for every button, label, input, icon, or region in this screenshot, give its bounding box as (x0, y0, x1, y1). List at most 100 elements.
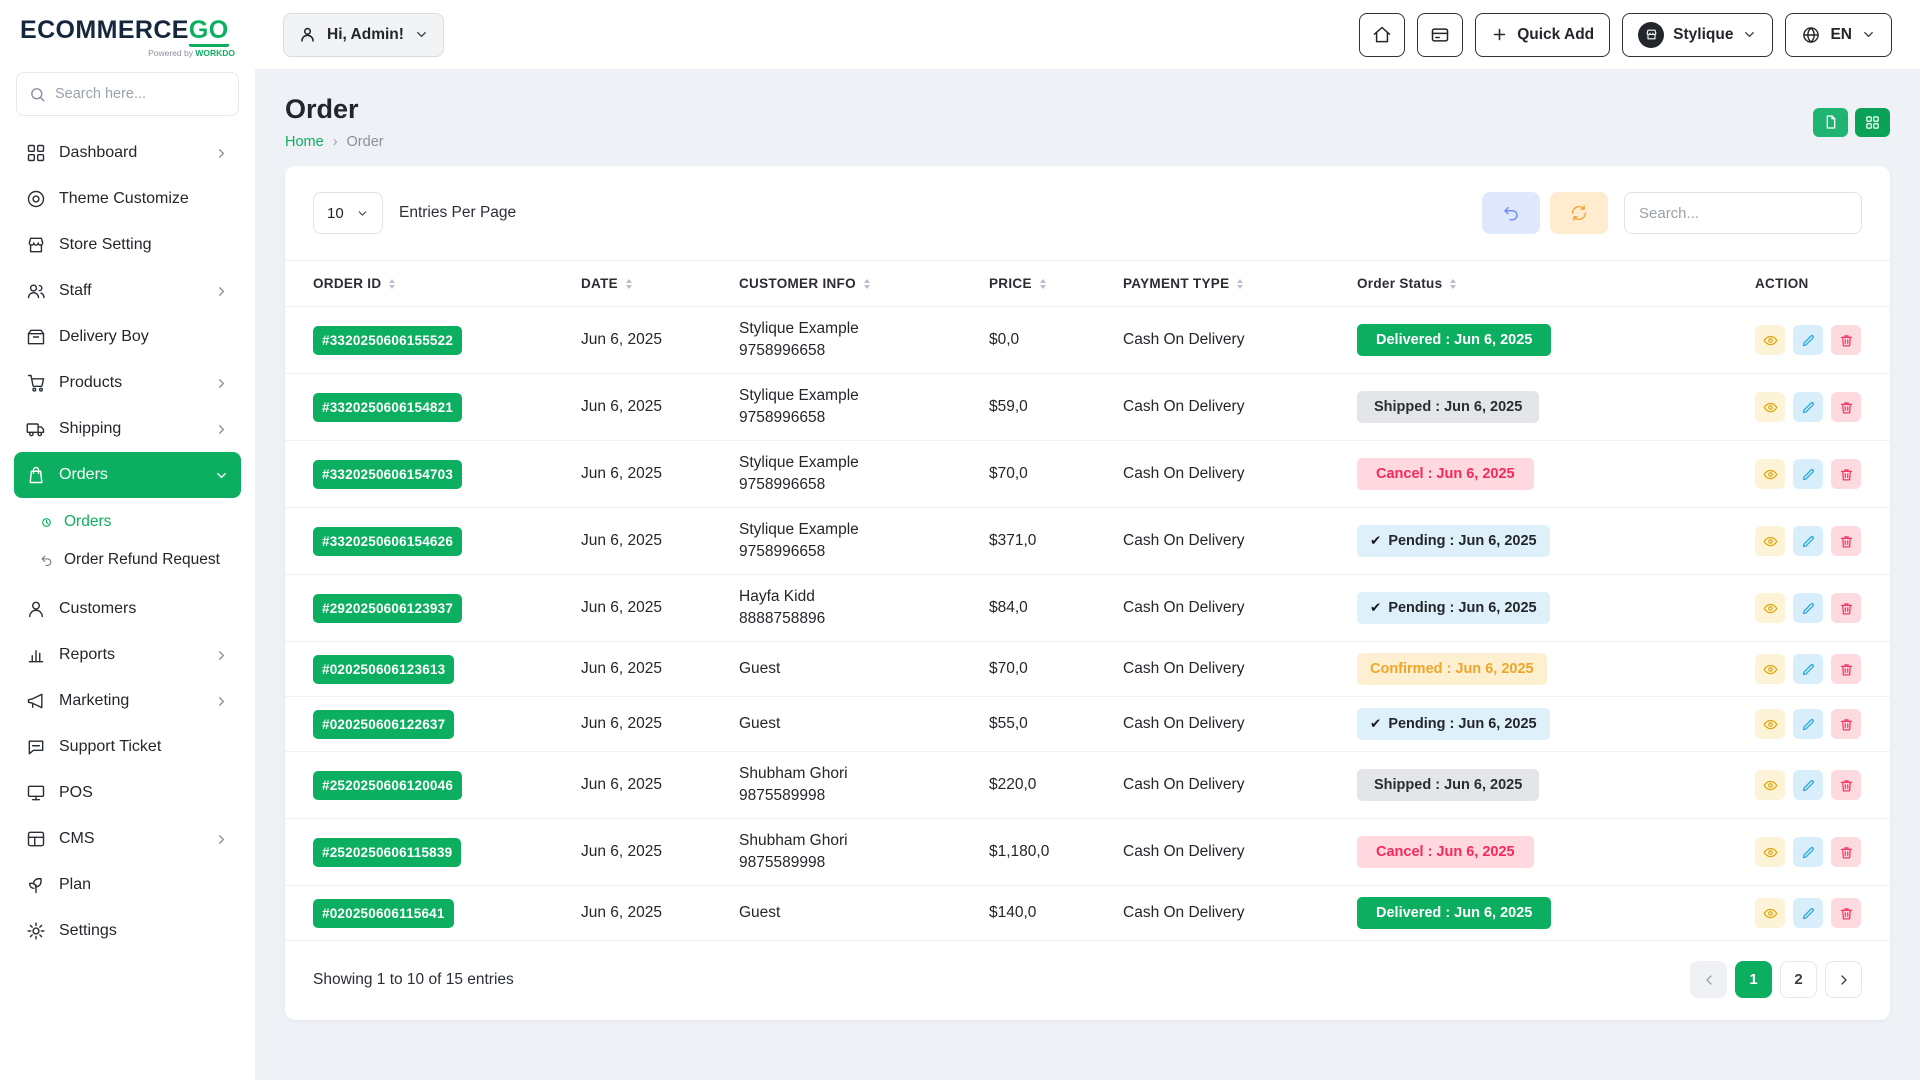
entries-per-page-select[interactable]: 10 (313, 192, 383, 234)
support-icon (26, 737, 46, 757)
order-id-badge[interactable]: #020250606123613 (313, 655, 454, 684)
sidebar-item-staff[interactable]: Staff (14, 268, 241, 314)
pagination-page-1[interactable]: 1 (1735, 961, 1772, 998)
sidebar-item-cms[interactable]: CMS (14, 816, 241, 862)
export-button[interactable] (1813, 108, 1848, 137)
delete-order-button[interactable] (1831, 593, 1861, 623)
customer-info-cell: Shubham Ghori9875589998 (725, 752, 975, 819)
order-id-badge[interactable]: #020250606115641 (313, 899, 454, 928)
orders-icon (26, 465, 46, 485)
order-row: #2520250606115839Jun 6, 2025Shubham Ghor… (285, 819, 1890, 886)
sidebar-item-pos[interactable]: POS (14, 770, 241, 816)
order-row: #020250606115641Jun 6, 2025Guest$140,0Ca… (285, 886, 1890, 941)
payment-type-cell: Cash On Delivery (1109, 508, 1343, 575)
store-preview-button[interactable] (1417, 13, 1463, 57)
delete-order-button[interactable] (1831, 459, 1861, 489)
pagination-prev-button[interactable] (1690, 961, 1727, 998)
order-id-badge[interactable]: #2520250606120046 (313, 771, 462, 800)
sidebar-search-input[interactable] (55, 86, 242, 102)
order-id-badge[interactable]: #3320250606154821 (313, 393, 462, 422)
order-id-badge[interactable]: #3320250606154626 (313, 527, 462, 556)
price-cell: $220,0 (975, 752, 1109, 819)
column-header-date[interactable]: DATE (567, 261, 725, 307)
file-export-icon (1823, 114, 1839, 130)
delete-order-button[interactable] (1831, 392, 1861, 422)
delete-order-button[interactable] (1831, 654, 1861, 684)
column-header-customer-info[interactable]: CUSTOMER INFO (725, 261, 975, 307)
edit-order-button[interactable] (1793, 325, 1823, 355)
delete-order-button[interactable] (1831, 898, 1861, 928)
view-order-button[interactable] (1755, 654, 1785, 684)
sidebar-item-shipping[interactable]: Shipping (14, 406, 241, 452)
sidebar-item-support-ticket[interactable]: Support Ticket (14, 724, 241, 770)
edit-order-button[interactable] (1793, 459, 1823, 489)
sidebar-item-customers[interactable]: Customers (14, 586, 241, 632)
action-buttons (1755, 459, 1862, 489)
view-order-button[interactable] (1755, 593, 1785, 623)
sidebar-subitem-order-refund-request[interactable]: Order Refund Request (30, 541, 241, 579)
column-header-order-id[interactable]: ORDER ID (285, 261, 567, 307)
order-id-badge[interactable]: #2920250606123937 (313, 594, 462, 623)
sidebar-subitem-orders[interactable]: Orders (30, 503, 241, 541)
grid-view-button[interactable] (1855, 108, 1890, 137)
view-order-button[interactable] (1755, 898, 1785, 928)
order-id-badge[interactable]: #020250606122637 (313, 710, 454, 739)
view-order-button[interactable] (1755, 392, 1785, 422)
edit-order-button[interactable] (1793, 837, 1823, 867)
view-order-button[interactable] (1755, 770, 1785, 800)
edit-order-button[interactable] (1793, 709, 1823, 739)
status-label: Pending : Jun 6, 2025 (1388, 600, 1536, 616)
view-order-button[interactable] (1755, 459, 1785, 489)
chevron-right-icon (214, 694, 229, 709)
edit-order-button[interactable] (1793, 654, 1823, 684)
view-order-button[interactable] (1755, 709, 1785, 739)
refresh-button[interactable] (1550, 192, 1608, 234)
delete-order-button[interactable] (1831, 770, 1861, 800)
payment-type-cell: Cash On Delivery (1109, 441, 1343, 508)
order-id-badge[interactable]: #3320250606155522 (313, 326, 462, 355)
eye-icon (1763, 778, 1778, 793)
view-order-button[interactable] (1755, 837, 1785, 867)
edit-order-button[interactable] (1793, 770, 1823, 800)
column-header-payment-type[interactable]: PAYMENT TYPE (1109, 261, 1343, 307)
breadcrumb-home-link[interactable]: Home (285, 134, 324, 150)
sidebar-item-reports[interactable]: Reports (14, 632, 241, 678)
column-header-price[interactable]: PRICE (975, 261, 1109, 307)
sidebar-item-theme-customize[interactable]: Theme Customize (14, 176, 241, 222)
view-order-button[interactable] (1755, 526, 1785, 556)
pagination-page-2[interactable]: 2 (1780, 961, 1817, 998)
delete-order-button[interactable] (1831, 837, 1861, 867)
sidebar-item-dashboard[interactable]: Dashboard (14, 130, 241, 176)
edit-order-button[interactable] (1793, 898, 1823, 928)
language-switcher-button[interactable]: EN (1785, 13, 1892, 57)
sidebar-item-plan[interactable]: Plan (14, 862, 241, 908)
sidebar-item-delivery-boy[interactable]: Delivery Boy (14, 314, 241, 360)
sidebar-item-settings[interactable]: Settings (14, 908, 241, 954)
sidebar-item-store-setting[interactable]: Store Setting (14, 222, 241, 268)
sidebar-item-products[interactable]: Products (14, 360, 241, 406)
order-id-badge[interactable]: #3320250606154703 (313, 460, 462, 489)
edit-order-button[interactable] (1793, 392, 1823, 422)
sidebar-item-orders[interactable]: Orders (14, 452, 241, 498)
customer-name: Guest (739, 713, 961, 735)
sidebar-item-marketing[interactable]: Marketing (14, 678, 241, 724)
order-date-cell: Jun 6, 2025 (567, 886, 725, 941)
view-order-button[interactable] (1755, 325, 1785, 355)
pagination-next-button[interactable] (1825, 961, 1862, 998)
delete-order-button[interactable] (1831, 709, 1861, 739)
quick-add-button[interactable]: Quick Add (1475, 13, 1610, 57)
delete-order-button[interactable] (1831, 526, 1861, 556)
order-id-badge[interactable]: #2520250606115839 (313, 838, 461, 867)
brand-logo[interactable]: ECOMMERCEGO Powered by WORKDO (14, 0, 241, 60)
edit-order-button[interactable] (1793, 593, 1823, 623)
home-button[interactable] (1359, 13, 1405, 57)
order-status-cell: Shipped : Jun 6, 2025 (1343, 374, 1741, 441)
undo-button[interactable] (1482, 192, 1540, 234)
user-menu-button[interactable]: Hi, Admin! (283, 13, 444, 57)
edit-order-button[interactable] (1793, 526, 1823, 556)
column-header-order-status[interactable]: Order Status (1343, 261, 1741, 307)
store-switcher-button[interactable]: Stylique (1622, 13, 1773, 57)
table-search-input[interactable] (1624, 192, 1862, 234)
customer-phone: 9875589998 (739, 852, 961, 874)
delete-order-button[interactable] (1831, 325, 1861, 355)
